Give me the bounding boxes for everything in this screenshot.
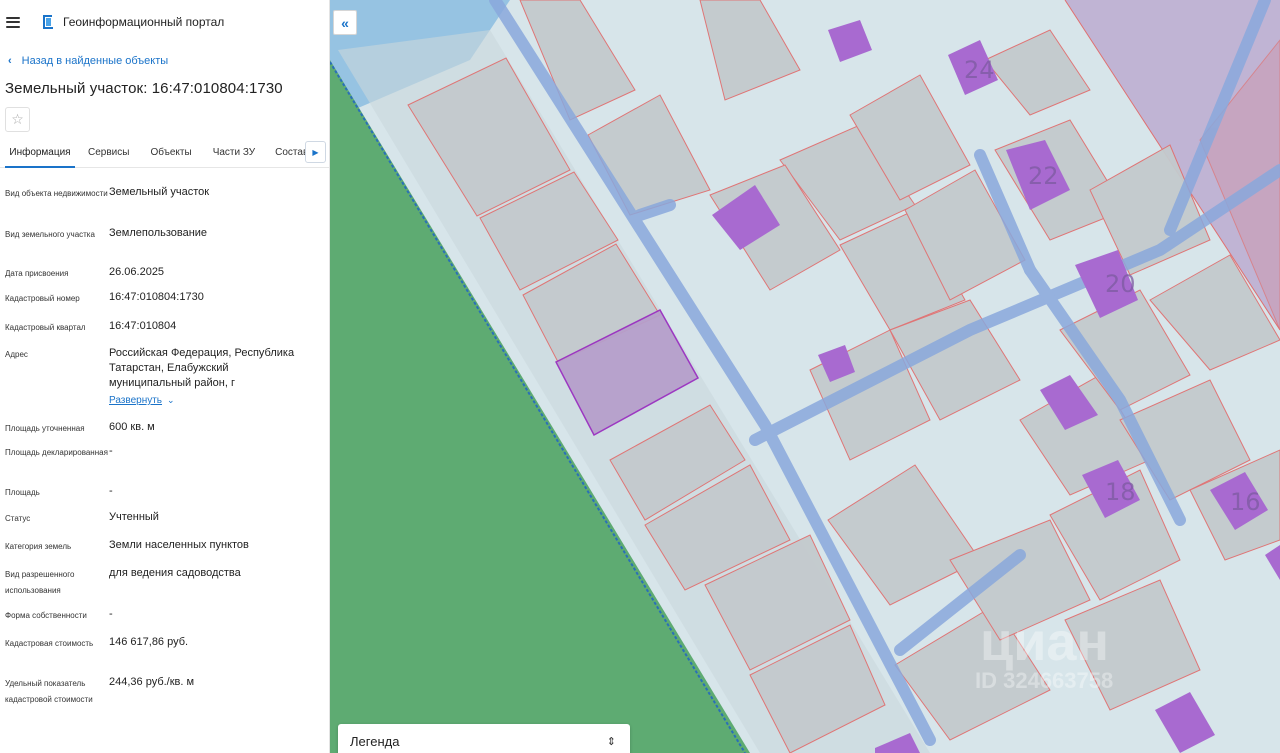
attribute-value: 16:47:010804:1730 xyxy=(109,291,204,303)
attribute-row: Форма собственности - xyxy=(5,607,329,634)
attribute-row: Кадастровый квартал 16:47:010804 xyxy=(5,314,329,342)
attribute-list: Вид объекта недвижимости Земельный участо… xyxy=(0,168,329,724)
attribute-value: 26.06.2025 xyxy=(109,266,165,278)
tab-bar: Информация Сервисы Объекты Части ЗУ Сост… xyxy=(0,141,329,168)
tab-objects[interactable]: Объекты xyxy=(150,144,191,168)
back-link-label: Назад в найденные объекты xyxy=(21,55,169,67)
attribute-label: Вид разрешенного использования xyxy=(5,570,75,595)
chevron-down-icon: ⌄ xyxy=(167,395,175,405)
attribute-row: Площадь - xyxy=(5,483,329,509)
top-bar: Геоинформационный портал xyxy=(0,0,329,44)
attribute-row: Кадастровый номер 16:47:010804:1730 xyxy=(5,285,329,314)
attribute-row: Кадастровая стоимость 146 617,86 руб. xyxy=(5,634,329,674)
attribute-value: Землепользование xyxy=(109,227,208,239)
chevron-left-icon: ‹ xyxy=(8,55,12,67)
cadastral-map-canvas[interactable]: 24 22 20 18 16 циан ID 324663758 xyxy=(330,0,1280,753)
tab-information[interactable]: Информация xyxy=(5,144,75,168)
collapse-panel-button[interactable]: « xyxy=(333,10,357,35)
attribute-value: 600 кв. м xyxy=(109,421,155,433)
watermark-id: ID 324663758 xyxy=(975,668,1113,693)
attribute-value: 16:47:010804 xyxy=(109,320,177,332)
attribute-label: Адрес xyxy=(5,350,28,359)
attribute-value: - xyxy=(109,445,113,457)
tab-parts[interactable]: Части ЗУ xyxy=(213,144,255,168)
house-number-label: 18 xyxy=(1105,478,1136,506)
tab-services[interactable]: Сервисы xyxy=(88,144,129,168)
watermark: циан ID 324663758 xyxy=(975,612,1113,693)
attribute-label: Площадь декларированная xyxy=(5,448,108,457)
attribute-value: Российская Федерация, Республика Татарст… xyxy=(109,347,295,389)
attribute-label: Категория земель xyxy=(5,542,72,551)
attribute-row: Категория земель Земли населенных пунктов xyxy=(5,537,329,565)
house-number-label: 24 xyxy=(964,56,995,84)
map-view[interactable]: 24 22 20 18 16 циан ID 324663758 « Леген… xyxy=(330,0,1280,753)
attribute-row: Вид разрешенного использования для ведени… xyxy=(5,565,329,607)
arrow-right-icon: ▶ xyxy=(312,147,319,157)
attribute-row: Площадь декларированная - xyxy=(5,442,329,483)
attribute-row: Вид земельного участка Землепользование xyxy=(5,219,329,259)
double-chevron-left-icon: « xyxy=(341,14,349,31)
attribute-value: Учтенный xyxy=(109,511,159,523)
attribute-label: Удельный показатель кадастровой стоимост… xyxy=(5,679,93,704)
favorite-button[interactable]: ☆ xyxy=(5,107,30,132)
expand-address-link[interactable]: Развернуть xyxy=(109,395,162,406)
house-number-label: 22 xyxy=(1028,162,1059,190)
attribute-value: для ведения садоводства xyxy=(109,567,241,579)
legend-label: Легенда xyxy=(350,733,400,749)
attribute-value: - xyxy=(109,608,113,620)
attribute-label: Кадастровый квартал xyxy=(5,323,86,332)
updown-chevron-icon: ⇕ xyxy=(606,735,616,748)
attribute-label: Вид объекта недвижимости xyxy=(5,189,108,198)
attribute-label: Площадь уточненная xyxy=(5,424,85,433)
back-to-results-link[interactable]: ‹ Назад в найденные объекты xyxy=(0,51,329,71)
attribute-value: - xyxy=(109,485,113,497)
app-window: Геоинформационный портал ‹ Назад в найде… xyxy=(0,0,1280,753)
attribute-row: Вид объекта недвижимости Земельный участо… xyxy=(5,178,329,219)
attribute-label: Кадастровая стоимость xyxy=(5,639,94,648)
attribute-value: Земельный участок xyxy=(109,186,210,198)
info-sidebar: Геоинформационный портал ‹ Назад в найде… xyxy=(0,0,330,753)
attribute-row: Удельный показатель кадастровой стоимост… xyxy=(5,674,329,724)
watermark-text: циан xyxy=(980,612,1109,672)
attribute-row: Адрес Российская Федерация, Республика Т… xyxy=(5,342,329,416)
tab-composition[interactable]: Состав xyxy=(275,144,308,168)
attribute-value: 244,36 руб./кв. м xyxy=(109,676,195,688)
attribute-label: Статус xyxy=(5,514,31,523)
attribute-row: Дата присвоения 26.06.2025 xyxy=(5,259,329,285)
app-title: Геоинформационный портал xyxy=(63,15,225,29)
attribute-label: Дата присвоения xyxy=(5,269,69,278)
attribute-value: 146 617,86 руб. xyxy=(109,636,189,648)
menu-icon[interactable] xyxy=(6,16,20,28)
legend-dropdown[interactable]: Легенда ⇕ xyxy=(338,724,630,753)
attribute-row: Площадь уточненная 600 кв. м xyxy=(5,416,329,442)
attribute-label: Форма собственности xyxy=(5,611,87,620)
attribute-label: Площадь xyxy=(5,488,40,497)
attribute-value: Земли населенных пунктов xyxy=(109,539,249,551)
attribute-label: Кадастровый номер xyxy=(5,294,80,303)
star-icon: ☆ xyxy=(11,111,24,127)
attribute-row: Статус Учтенный xyxy=(5,509,329,537)
page-title: Земельный участок: 16:47:010804:1730 xyxy=(5,80,283,97)
house-number-label: 20 xyxy=(1105,270,1136,298)
house-number-label: 16 xyxy=(1230,488,1261,516)
tabs-next-button[interactable]: ▶ xyxy=(305,141,326,163)
attribute-label: Вид земельного участка xyxy=(5,230,95,239)
portal-logo-icon xyxy=(43,15,53,29)
